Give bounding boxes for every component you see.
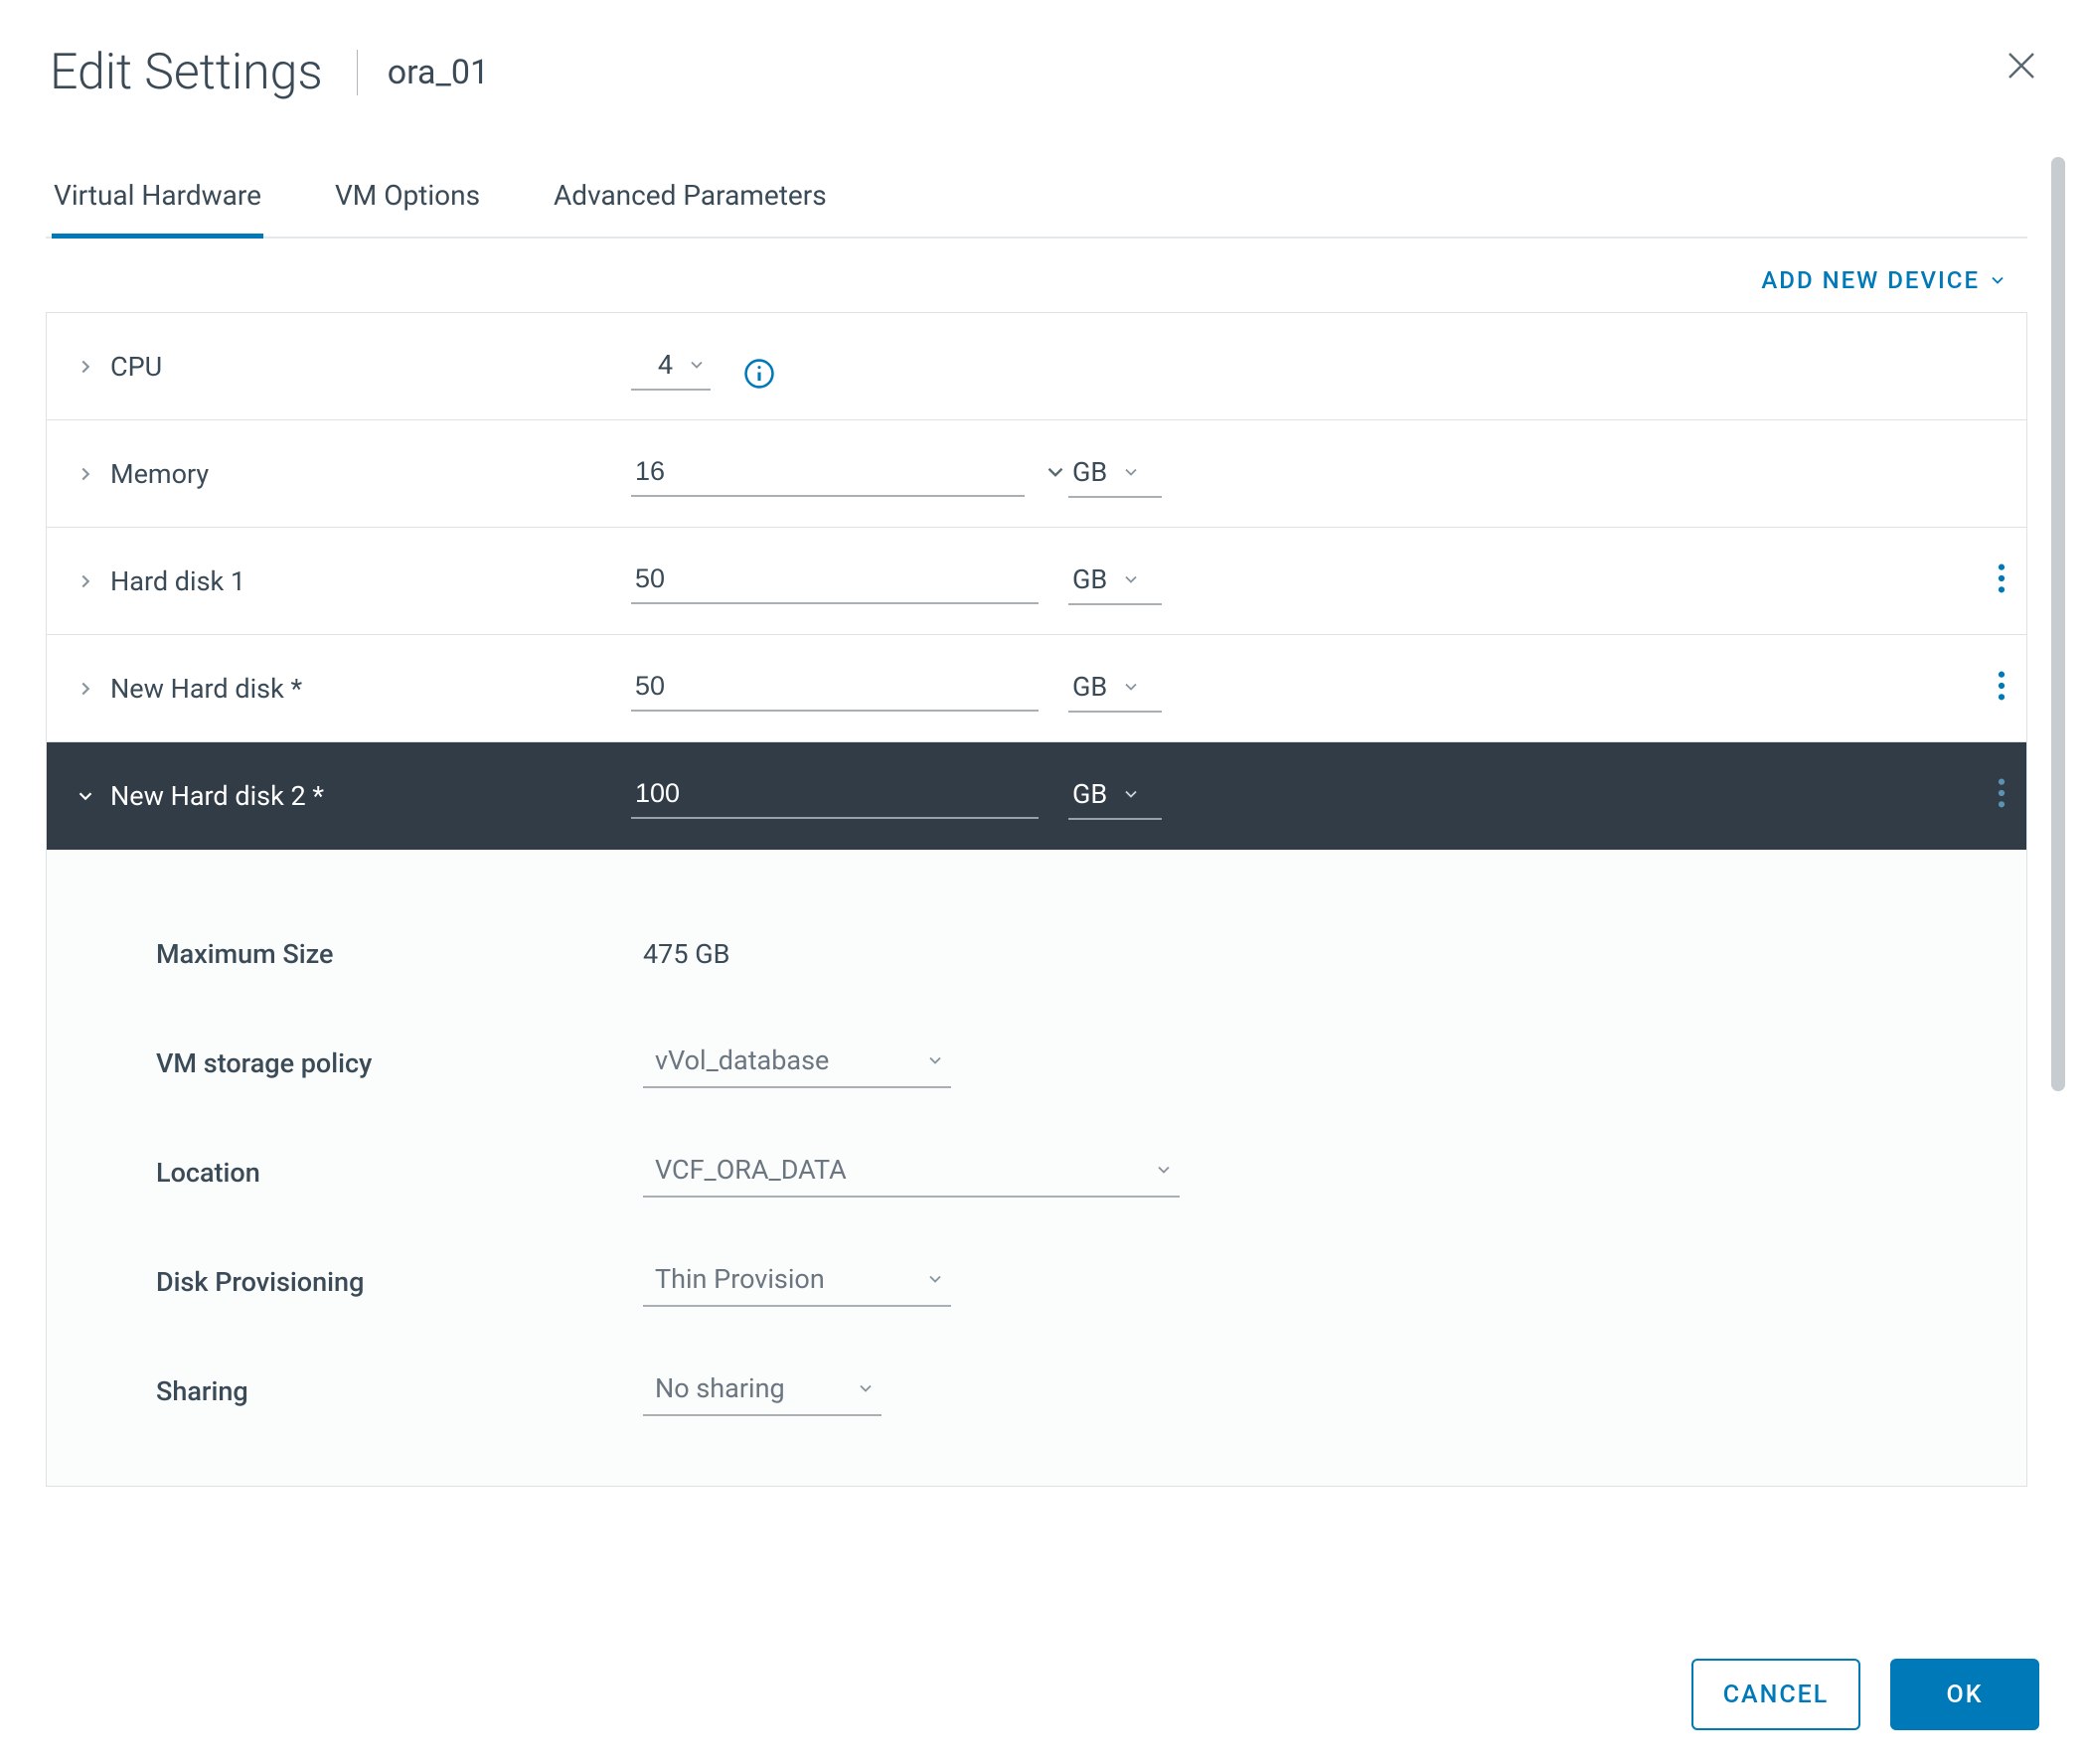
cpu-count-value: 4 bbox=[658, 349, 673, 381]
cpu-label: CPU bbox=[110, 351, 162, 383]
chevron-right-icon bbox=[75, 570, 96, 592]
chevron-down-icon bbox=[856, 1378, 876, 1398]
more-actions-icon[interactable] bbox=[1997, 669, 2007, 709]
ok-button[interactable]: OK bbox=[1890, 1659, 2039, 1730]
close-icon bbox=[2004, 48, 2039, 83]
sharing-label: Sharing bbox=[156, 1375, 643, 1407]
new-harddisk-unit-select[interactable]: GB bbox=[1068, 665, 1162, 713]
location-label: Location bbox=[156, 1157, 643, 1189]
tab-virtual-hardware[interactable]: Virtual Hardware bbox=[52, 159, 263, 239]
cancel-button[interactable]: CANCEL bbox=[1691, 1659, 1860, 1730]
add-new-device-label: ADD NEW DEVICE bbox=[1761, 266, 1980, 294]
new-harddisk-unit-value: GB bbox=[1072, 671, 1107, 703]
sharing-select[interactable]: No sharing bbox=[643, 1366, 882, 1416]
chevron-down-icon bbox=[1121, 462, 1141, 482]
chevron-down-icon bbox=[1988, 270, 2007, 290]
info-icon[interactable] bbox=[742, 357, 776, 391]
memory-input[interactable] bbox=[631, 450, 1025, 497]
chevron-right-icon bbox=[75, 463, 96, 485]
sharing-row: Sharing No sharing bbox=[47, 1337, 2026, 1446]
scrollbar-thumb[interactable] bbox=[2051, 157, 2065, 1091]
new-harddisk2-row[interactable]: New Hard disk 2 * GB bbox=[47, 742, 2026, 850]
harddisk1-size-input[interactable] bbox=[631, 558, 1039, 604]
harddisk1-unit-select[interactable]: GB bbox=[1068, 558, 1162, 605]
sharing-value: No sharing bbox=[655, 1372, 785, 1404]
new-harddisk2-size-input[interactable] bbox=[631, 772, 1039, 819]
new-harddisk-row[interactable]: New Hard disk * GB bbox=[47, 635, 2026, 742]
chevron-down-icon bbox=[687, 355, 707, 375]
harddisk1-label: Hard disk 1 bbox=[110, 565, 245, 597]
tabs: Virtual Hardware VM Options Advanced Par… bbox=[46, 157, 2027, 239]
chevron-right-icon bbox=[75, 356, 96, 378]
add-new-device-button[interactable]: ADD NEW DEVICE bbox=[1761, 266, 2007, 294]
provisioning-value: Thin Provision bbox=[655, 1263, 825, 1295]
memory-row[interactable]: Memory GB bbox=[47, 420, 2026, 528]
vm-name: ora_01 bbox=[388, 53, 489, 92]
tab-advanced-parameters[interactable]: Advanced Parameters bbox=[552, 159, 829, 239]
new-harddisk-label: New Hard disk * bbox=[110, 673, 302, 705]
edit-settings-dialog: Edit Settings ora_01 Virtual Hardware VM… bbox=[0, 0, 2087, 1764]
hardware-rows: CPU 4 bbox=[46, 312, 2027, 1487]
new-harddisk-size-input[interactable] bbox=[631, 665, 1039, 712]
provisioning-label: Disk Provisioning bbox=[156, 1266, 643, 1298]
dialog-header: Edit Settings ora_01 bbox=[0, 0, 2087, 131]
more-actions-icon[interactable] bbox=[1997, 776, 2007, 816]
max-size-row: Maximum Size 475 GB bbox=[47, 899, 2026, 1009]
storage-policy-label: VM storage policy bbox=[156, 1047, 643, 1079]
scroll-content: Virtual Hardware VM Options Advanced Par… bbox=[46, 157, 2027, 1609]
location-row: Location VCF_ORA_DATA bbox=[47, 1118, 2026, 1227]
dialog-title: Edit Settings bbox=[50, 44, 323, 101]
harddisk1-unit-value: GB bbox=[1072, 563, 1107, 595]
chevron-down-icon bbox=[1121, 569, 1141, 589]
new-harddisk2-label: New Hard disk 2 * bbox=[110, 780, 324, 812]
close-button[interactable] bbox=[2004, 48, 2039, 83]
chevron-down-icon bbox=[1121, 677, 1141, 697]
new-harddisk2-unit-select[interactable]: GB bbox=[1068, 772, 1162, 820]
chevron-down-icon bbox=[75, 785, 96, 807]
harddisk1-row[interactable]: Hard disk 1 GB bbox=[47, 528, 2026, 635]
new-harddisk2-unit-value: GB bbox=[1072, 778, 1107, 810]
provisioning-row: Disk Provisioning Thin Provision bbox=[47, 1227, 2026, 1337]
storage-policy-row: VM storage policy vVol_database bbox=[47, 1009, 2026, 1118]
scroll-frame: Virtual Hardware VM Options Advanced Par… bbox=[0, 157, 2087, 1609]
more-actions-icon[interactable] bbox=[1997, 561, 2007, 601]
tab-vm-options[interactable]: VM Options bbox=[333, 159, 482, 239]
cpu-row[interactable]: CPU 4 bbox=[47, 313, 2026, 420]
cpu-count-select[interactable]: 4 bbox=[631, 343, 711, 391]
chevron-right-icon bbox=[75, 678, 96, 700]
new-harddisk2-detail-panel: Maximum Size 475 GB VM storage policy vV… bbox=[47, 850, 2026, 1487]
storage-policy-value: vVol_database bbox=[655, 1044, 829, 1076]
max-size-label: Maximum Size bbox=[156, 938, 643, 970]
scrollbar[interactable] bbox=[2051, 157, 2065, 1091]
location-select[interactable]: VCF_ORA_DATA bbox=[643, 1148, 1180, 1198]
provisioning-select[interactable]: Thin Provision bbox=[643, 1257, 951, 1307]
header-divider bbox=[357, 50, 358, 95]
chevron-down-icon bbox=[1154, 1160, 1174, 1180]
memory-unit-select[interactable]: GB bbox=[1068, 450, 1162, 498]
dialog-footer: CANCEL OK bbox=[1691, 1659, 2039, 1730]
max-size-value: 475 GB bbox=[643, 938, 1219, 970]
location-value: VCF_ORA_DATA bbox=[655, 1154, 847, 1186]
storage-policy-select[interactable]: vVol_database bbox=[643, 1039, 951, 1088]
chevron-down-icon[interactable] bbox=[1043, 459, 1068, 497]
memory-label: Memory bbox=[110, 458, 209, 490]
chevron-down-icon bbox=[1121, 784, 1141, 804]
memory-unit-value: GB bbox=[1072, 456, 1107, 488]
chevron-down-icon bbox=[925, 1269, 945, 1289]
add-device-row: ADD NEW DEVICE bbox=[46, 239, 2027, 304]
chevron-down-icon bbox=[925, 1050, 945, 1070]
